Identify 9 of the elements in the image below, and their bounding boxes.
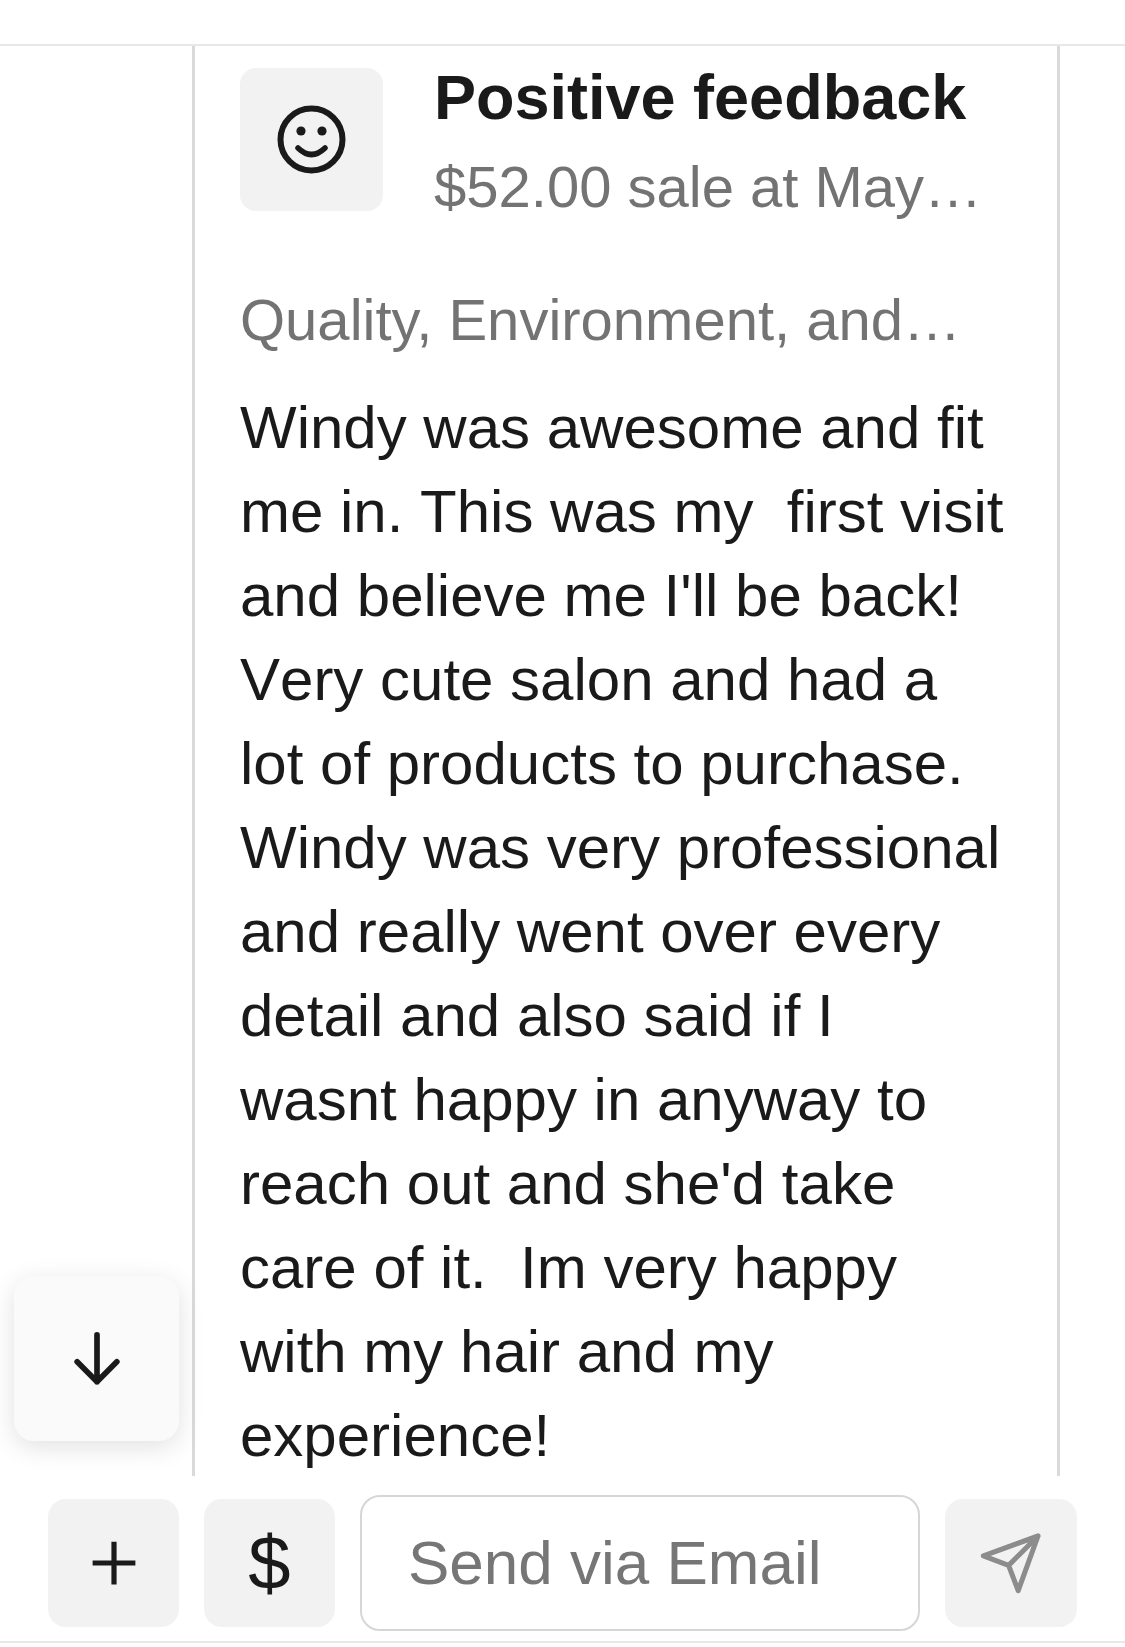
card-title: Positive feedback [434, 61, 967, 134]
add-button[interactable] [48, 1498, 179, 1627]
scroll-down-button[interactable] [14, 1276, 179, 1441]
smiley-icon [240, 68, 383, 211]
category-text: Quality, Environment, and… [240, 286, 962, 354]
review-text: Windy was awesome and fit me in. This was my first visit and believe me I'll be back! Very cute salon and had a lot of products to purchase. Windy was very professional and really went over every detail and also said if I wasnt happy in anyway to reach out and she'd take care of it. Im very happy with my hair and my experience! [240, 393, 1005, 1471]
sale-subtitle: $52.00 sale at May… [434, 153, 983, 221]
currency-button[interactable]: $ [204, 1498, 335, 1627]
message-field[interactable]: Send via Email [360, 1494, 920, 1631]
